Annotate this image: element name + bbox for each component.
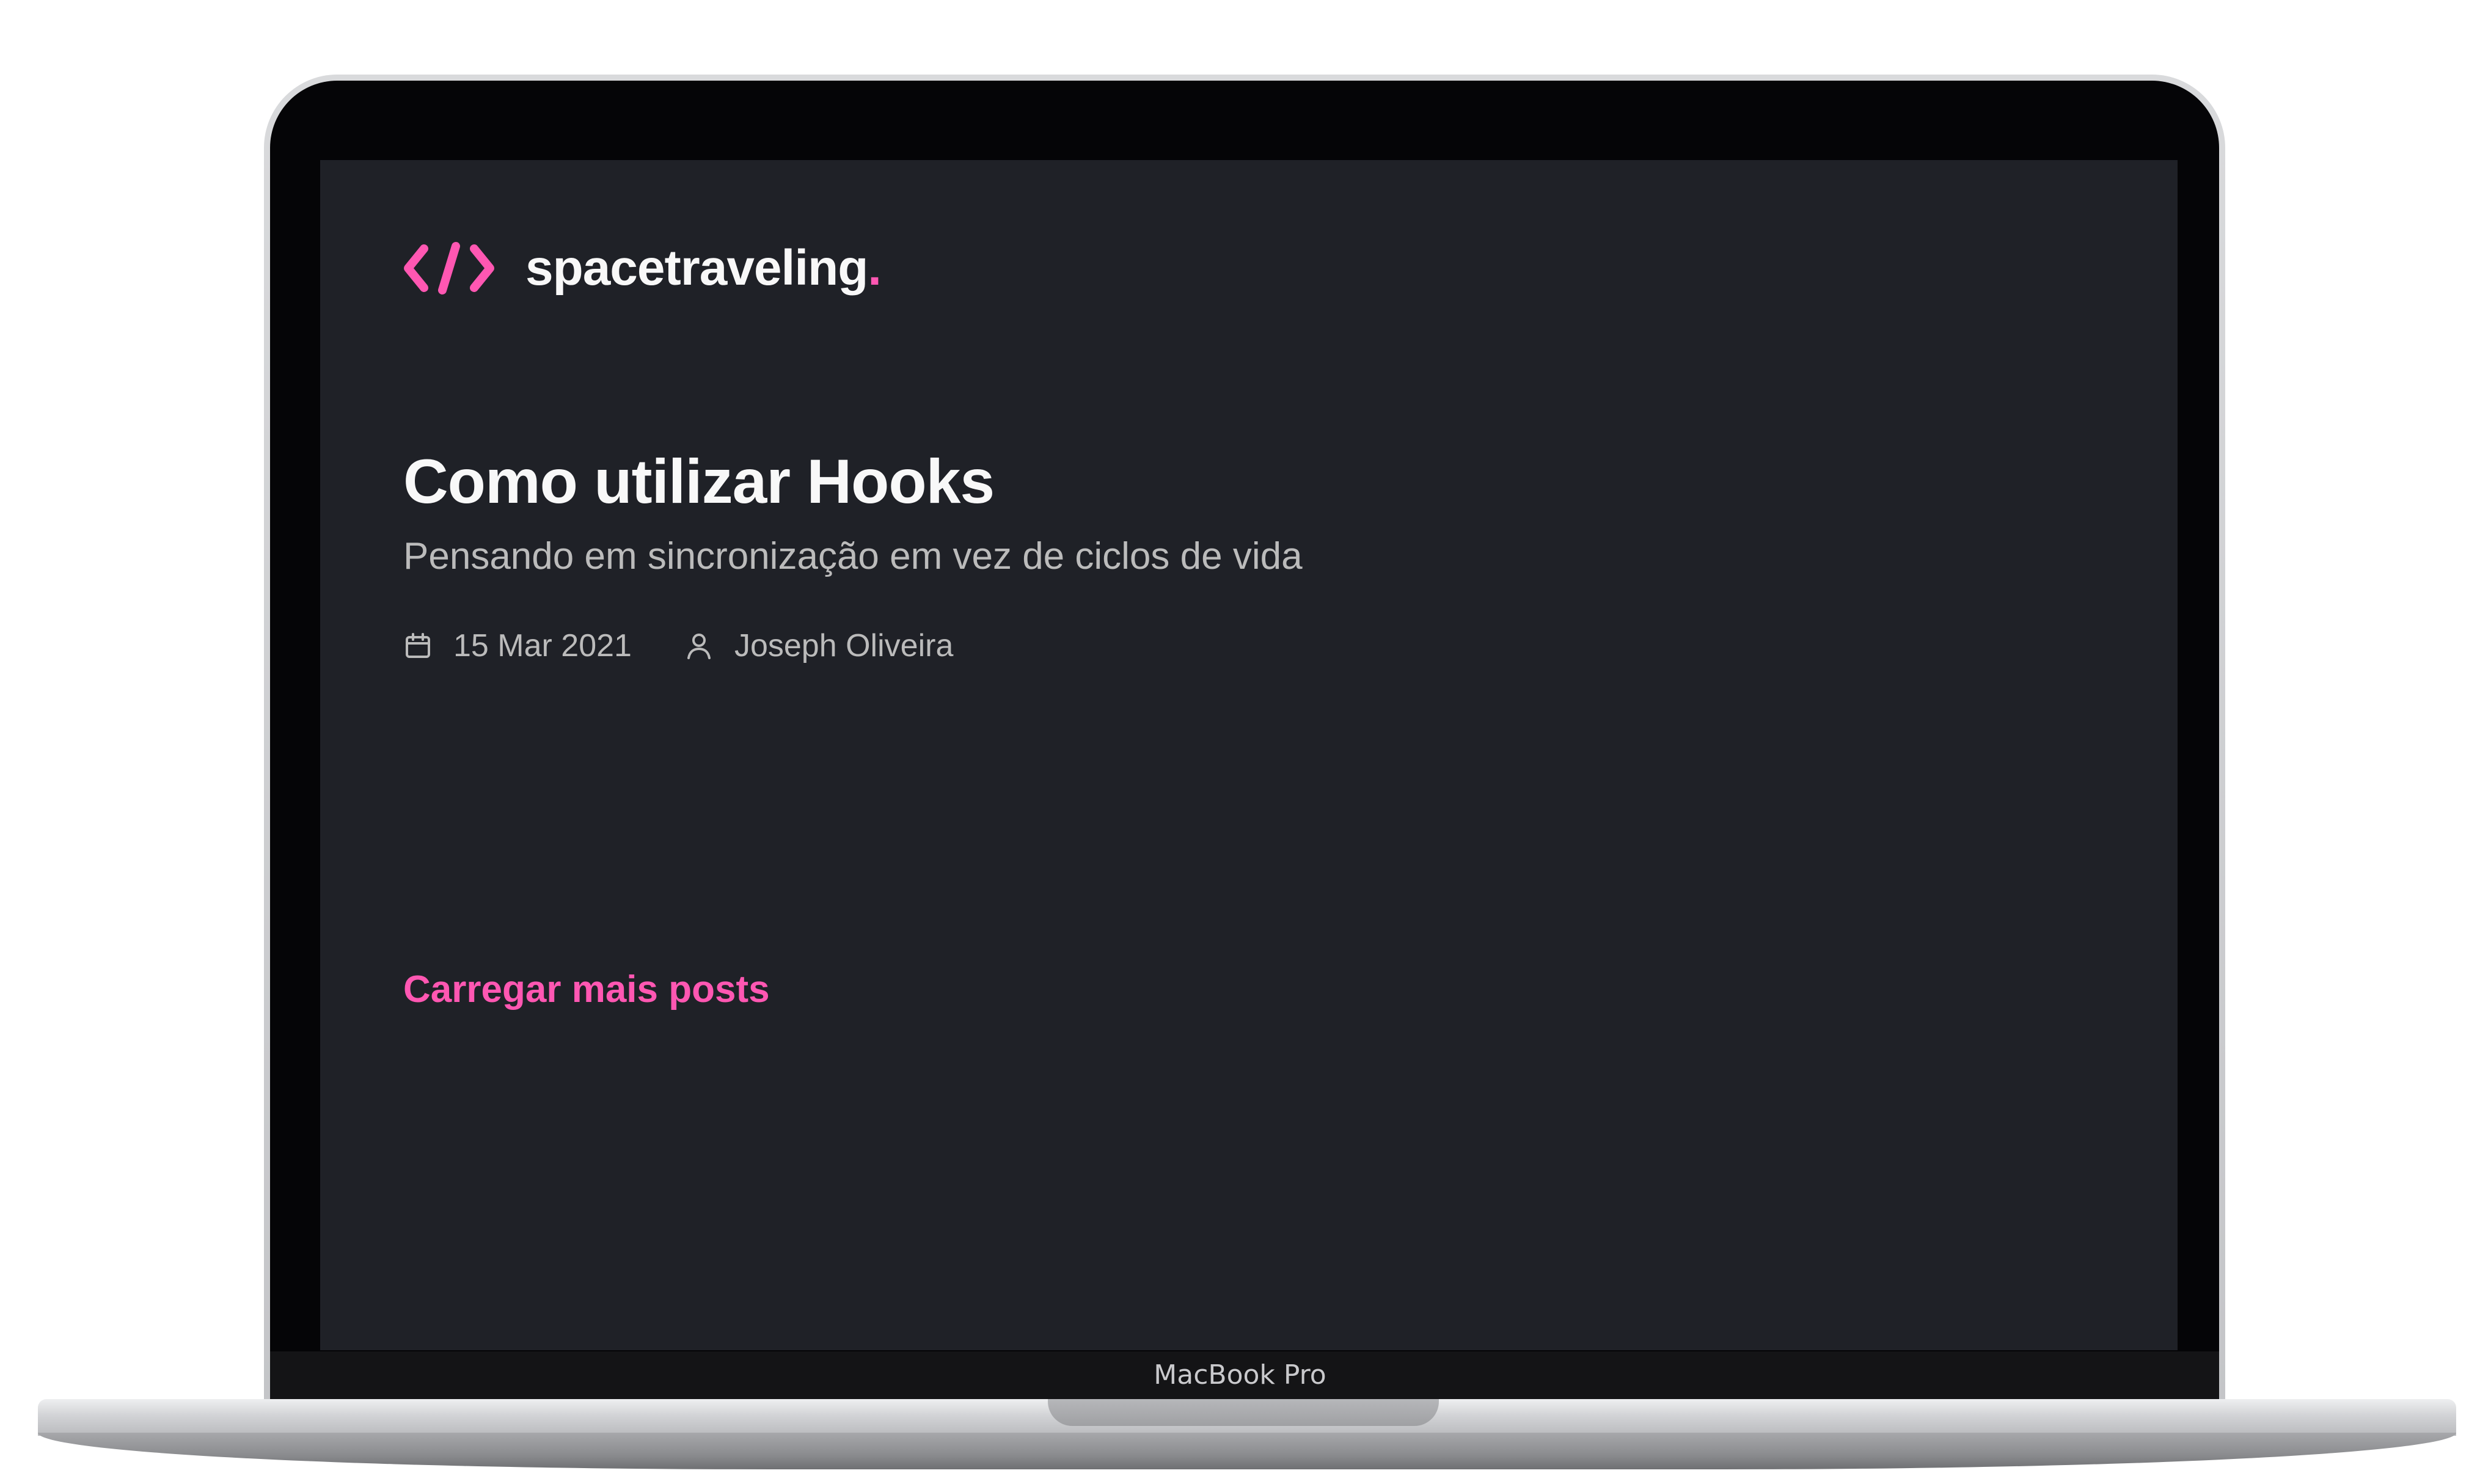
post-date: 15 Mar 2021 <box>403 627 632 664</box>
calendar-icon <box>406 632 430 658</box>
site-header: spacetraveling. <box>403 239 882 297</box>
laptop-hinge-notch <box>1048 1399 1439 1426</box>
app-screen: spacetraveling. Como utilizar Hooks Pens… <box>320 160 2178 1350</box>
brand-dot: . <box>868 240 882 296</box>
device-label: MacBook Pro <box>1154 1359 1326 1391</box>
brand-logo-text[interactable]: spacetraveling. <box>525 239 882 297</box>
post-subtitle: Pensando em sincronização em vez de cicl… <box>403 535 1303 578</box>
user-icon <box>687 633 711 659</box>
post-date-text: 15 Mar 2021 <box>453 627 632 663</box>
laptop-base-bottom <box>38 1433 2456 1469</box>
post-meta: 15 Mar 2021 Joseph Oliveira <box>403 627 1303 664</box>
post-card[interactable]: Como utilizar Hooks Pensando em sincroni… <box>403 447 1303 664</box>
code-brackets-icon <box>404 242 494 294</box>
post-title[interactable]: Como utilizar Hooks <box>403 447 1303 516</box>
laptop-mockup: spacetraveling. Como utilizar Hooks Pens… <box>0 0 2480 1484</box>
brand-name: spacetraveling <box>525 240 868 296</box>
post-author: Joseph Oliveira <box>684 627 953 664</box>
load-more-button[interactable]: Carregar mais posts <box>403 968 770 1011</box>
post-author-name: Joseph Oliveira <box>734 627 954 663</box>
